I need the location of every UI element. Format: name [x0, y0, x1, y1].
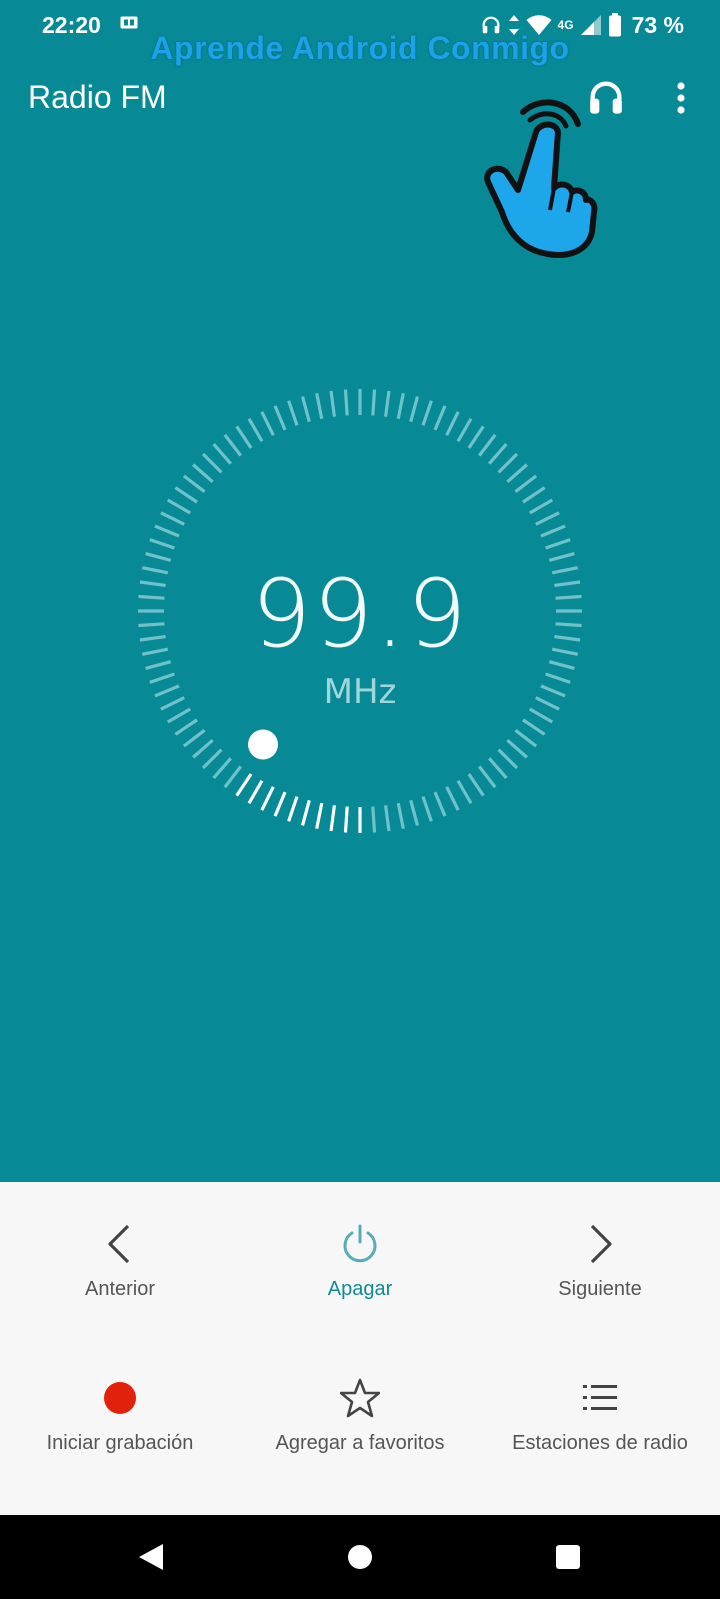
dial-tick: [223, 433, 242, 457]
frequency-unit: MHz: [323, 672, 397, 712]
dial-tick: [456, 417, 473, 443]
dial-tick: [514, 729, 538, 748]
chevron-left-icon: [108, 1224, 130, 1264]
favorite-button[interactable]: Agregar a favoritos: [240, 1378, 480, 1455]
dial-tick: [371, 806, 377, 833]
dial-tick: [329, 805, 337, 832]
dial-tick: [315, 392, 324, 420]
dial-tick: [421, 400, 433, 426]
dial-tick: [409, 396, 420, 423]
previous-button[interactable]: Anterior: [0, 1224, 240, 1301]
dial-tick: [174, 718, 198, 736]
chevron-right-icon: [590, 1224, 612, 1264]
dial-tick: [260, 786, 275, 811]
dial-tick: [488, 443, 508, 465]
dial-tick: [445, 786, 460, 811]
list-icon: [583, 1385, 617, 1410]
dial-tick: [456, 779, 473, 805]
dial-tick: [287, 400, 299, 426]
star-outline-icon: [340, 1378, 380, 1418]
dial-tick: [235, 773, 253, 797]
dial-tick: [467, 773, 485, 797]
dial-tick: [467, 425, 485, 449]
frequency-value: 99.9: [251, 560, 469, 669]
dial-tick: [192, 463, 214, 483]
dial-tick: [247, 417, 264, 443]
dial-tick: [383, 805, 391, 832]
dial-tick: [300, 396, 311, 423]
dial-tick: [522, 718, 546, 736]
dial-tick: [149, 538, 175, 550]
dial-tick: [154, 524, 180, 538]
dial-tick: [247, 779, 264, 805]
dial-tick: [329, 390, 337, 417]
dial-tick: [260, 411, 275, 436]
record-dot-icon: [104, 1382, 136, 1414]
dial-tick: [235, 425, 253, 449]
home-icon[interactable]: [347, 1544, 373, 1570]
navigation-bar: [0, 1515, 720, 1599]
dial-tick: [212, 757, 232, 779]
dial-tick: [433, 405, 447, 431]
power-button[interactable]: Apagar: [240, 1224, 480, 1301]
dial-tick: [522, 486, 546, 504]
dial-tick: [201, 452, 223, 474]
dial-tick: [433, 791, 447, 817]
dial-tick: [174, 486, 198, 504]
dial-tick: [506, 739, 528, 759]
dial-tick: [478, 765, 497, 789]
controls-panel: Anterior Apagar Siguiente Iniciar grabac…: [0, 1182, 720, 1515]
dial-tick: [535, 511, 560, 526]
power-label: Apagar: [327, 1278, 393, 1300]
recents-icon[interactable]: [555, 1544, 581, 1570]
record-button[interactable]: Iniciar grabación: [0, 1378, 240, 1455]
dial-tick: [212, 443, 232, 465]
dial-tick: [273, 405, 287, 431]
dial-tick: [445, 411, 460, 436]
dial-tick: [315, 802, 324, 830]
dial-tick: [545, 538, 571, 550]
dial-tick: [383, 390, 391, 417]
dial-tick: [343, 806, 349, 833]
previous-label: Anterior: [84, 1278, 156, 1300]
dial-tick: [371, 389, 377, 416]
dial-tick: [396, 802, 405, 830]
back-icon[interactable]: [137, 1542, 165, 1572]
dial-tick: [396, 392, 405, 420]
dial-tick: [192, 739, 214, 759]
dial-tick: [201, 748, 223, 770]
favorite-label: Agregar a favoritos: [275, 1432, 445, 1454]
stations-label: Estaciones de radio: [512, 1432, 688, 1454]
dial-tick: [300, 799, 311, 826]
dial-tick: [528, 498, 554, 515]
dial-tick: [160, 511, 185, 526]
stations-button[interactable]: Estaciones de radio: [480, 1378, 720, 1455]
dial-tick: [497, 748, 519, 770]
dial-tick: [343, 389, 349, 416]
next-label: Siguiente: [558, 1278, 642, 1300]
dial-tick: [497, 452, 519, 474]
dial-tick: [273, 791, 287, 817]
dial-tick: [421, 796, 433, 822]
dial-tick: [488, 757, 508, 779]
dial-tick: [182, 729, 206, 748]
record-label: Iniciar grabación: [46, 1432, 194, 1454]
dial-tick: [287, 796, 299, 822]
dial-knob[interactable]: [248, 729, 279, 760]
next-button[interactable]: Siguiente: [480, 1224, 720, 1301]
dial-tick: [166, 498, 192, 515]
dial-tick: [506, 463, 528, 483]
dial-tick: [478, 433, 497, 457]
dial-tick: [540, 524, 566, 538]
dial-tick: [182, 474, 206, 493]
power-icon: [343, 1224, 377, 1263]
dial-tick: [409, 799, 420, 826]
pointing-hand-icon: [484, 99, 598, 258]
dial-tick: [223, 765, 242, 789]
dial-tick: [514, 474, 538, 493]
